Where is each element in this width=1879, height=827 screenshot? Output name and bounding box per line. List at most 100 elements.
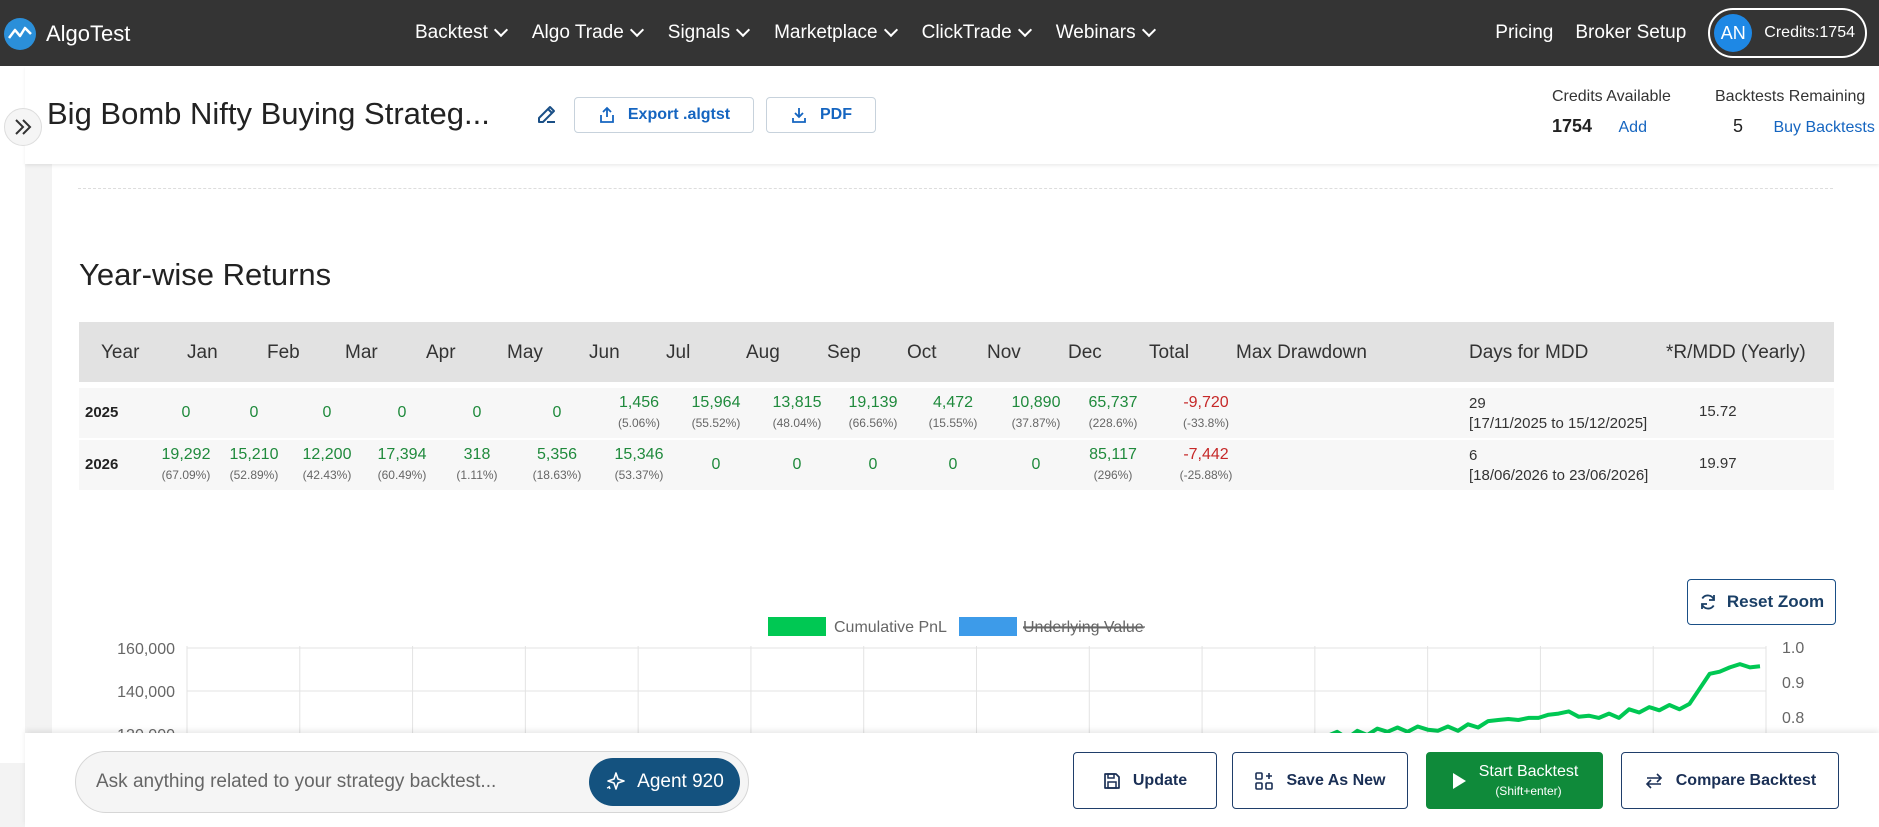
menu-label: Signals xyxy=(667,22,731,43)
backtests-remaining-label: Backtests Remaining xyxy=(1715,88,1866,105)
menu-marketplace[interactable]: Marketplace xyxy=(774,22,898,44)
start-backtest-hint: (Shift+enter) xyxy=(1495,784,1562,798)
start-backtest-label: Start Backtest xyxy=(1478,763,1579,780)
top-navbar: AlgoTest Backtest Algo Trade Signals Mar… xyxy=(0,0,1879,66)
col-total: Total xyxy=(1149,342,1190,363)
compare-backtest-button[interactable]: Compare Backtest xyxy=(1621,752,1839,809)
days-count: 6 xyxy=(1469,447,1478,464)
legend-swatch-underlying xyxy=(959,617,1017,636)
cell-percent: (296%) xyxy=(1093,468,1133,482)
cell-value: 5,356 xyxy=(536,446,578,463)
y-tick-right: 1.0 xyxy=(1782,640,1804,657)
compare-label: Compare Backtest xyxy=(1675,771,1817,789)
avatar[interactable]: AN xyxy=(1714,14,1753,52)
rmdd-cell: 15.72 xyxy=(1699,403,1737,420)
start-backtest-text: Start Backtest (Shift+enter) xyxy=(1479,763,1579,798)
days-mdd-cell: 29 [17/11/2025 to 15/12/2025] xyxy=(1469,394,1647,434)
chevron-down-icon xyxy=(736,22,751,38)
main-menu: Backtest Algo Trade Signals Marketplace … xyxy=(415,0,1180,66)
y-tick-left: 140,000 xyxy=(117,684,175,701)
cell-value: 0 xyxy=(552,404,562,421)
edit-icon[interactable] xyxy=(535,102,559,131)
days-count: 29 xyxy=(1469,395,1486,412)
chevron-down-icon xyxy=(493,22,508,38)
pdf-button[interactable]: PDF xyxy=(766,97,876,133)
legend-swatch-pnl xyxy=(768,617,826,636)
month-cell: 0 xyxy=(908,456,998,474)
menu-webinars[interactable]: Webinars xyxy=(1055,22,1156,44)
col-max-drawdown: Max Drawdown xyxy=(1236,342,1367,363)
menu-signals[interactable]: Signals xyxy=(667,22,751,44)
menu-clicktrade[interactable]: ClickTrade xyxy=(921,22,1032,44)
days-range: [18/06/2026 to 23/06/2026] xyxy=(1469,467,1649,484)
nav-right: Pricing Broker Setup AN Credits:1754 xyxy=(1495,0,1879,66)
cell-value: 85,117 xyxy=(1089,446,1137,463)
swap-icon xyxy=(1645,772,1662,789)
col-jul: Jul xyxy=(666,342,691,363)
agent-label: Agent 920 xyxy=(637,771,724,792)
col-oct: Oct xyxy=(907,342,937,363)
y-tick-left: 160,000 xyxy=(117,641,175,658)
save-icon xyxy=(1104,772,1120,789)
cell-value: -9,720 xyxy=(1183,394,1229,411)
credits-available-label: Credits Available xyxy=(1552,88,1671,105)
agent-button[interactable]: Agent 920 xyxy=(589,758,740,806)
menu-backtest[interactable]: Backtest xyxy=(415,22,508,44)
cell-percent: (66.56%) xyxy=(848,416,898,430)
broker-setup-link[interactable]: Broker Setup xyxy=(1575,22,1686,44)
cell-percent: (55.52%) xyxy=(691,416,741,430)
account-credits-pill[interactable]: AN Credits:1754 xyxy=(1708,8,1867,58)
menu-label: ClickTrade xyxy=(921,22,1012,43)
sparkle-icon xyxy=(606,772,625,790)
buy-backtests-link[interactable]: Buy Backtests xyxy=(1773,119,1874,137)
add-credits-link[interactable]: Add xyxy=(1619,119,1647,137)
double-chevron-right-icon xyxy=(15,119,32,135)
menu-label: Webinars xyxy=(1055,22,1136,43)
row-year: 2025 xyxy=(85,404,119,421)
add-grid-icon xyxy=(1255,771,1274,790)
menu-algo-trade[interactable]: Algo Trade xyxy=(531,22,644,44)
col-aug: Aug xyxy=(746,342,780,363)
cell-percent: (18.63%) xyxy=(532,468,582,482)
export-label: Export .algtst xyxy=(627,106,731,123)
pdf-label: PDF xyxy=(820,106,852,123)
col-nov: Nov xyxy=(987,342,1021,363)
row-year: 2026 xyxy=(85,456,119,473)
ask-input[interactable] xyxy=(96,752,576,812)
y-tick-right: 0.8 xyxy=(1782,710,1804,727)
days-range: [17/11/2025 to 15/12/2025] xyxy=(1469,415,1648,432)
legend-label-pnl: Cumulative PnL xyxy=(834,619,947,636)
backtests-remaining: Backtests Remaining 5 Buy Backtests xyxy=(1715,88,1875,137)
table-body: 2025 0 0 0 0 0 0 1,456 (5.06%) 15,964 (55.52%) 13,8… xyxy=(79,388,1834,490)
cell-value: -7,442 xyxy=(1183,446,1229,463)
month-cell: 0 xyxy=(828,456,918,474)
pricing-link[interactable]: Pricing xyxy=(1495,22,1553,44)
save-as-new-button[interactable]: Save As New xyxy=(1232,752,1408,809)
sidebar-expand-button[interactable] xyxy=(4,108,42,146)
cell-value: 0 xyxy=(868,456,878,473)
month-cell: 4,472 (15.55%) xyxy=(908,394,998,430)
max-drawdown-cell: -7,442 (-25.88%) xyxy=(1161,446,1251,482)
col-sep: Sep xyxy=(827,342,861,363)
yearwise-table: Year Jan Feb Mar Apr May Jun Jul Aug Sep… xyxy=(79,322,1834,490)
start-backtest-button[interactable]: Start Backtest (Shift+enter) xyxy=(1426,752,1603,809)
menu-label: Marketplace xyxy=(774,22,878,43)
menu-label: Algo Trade xyxy=(531,22,624,43)
reset-zoom-label: Reset Zoom xyxy=(1726,592,1825,611)
cell-value: 0 xyxy=(948,456,958,473)
cell-percent: (-25.88%) xyxy=(1179,468,1233,482)
col-jan: Jan xyxy=(187,342,218,363)
col-jun: Jun xyxy=(589,342,620,363)
chevron-down-icon xyxy=(629,22,644,38)
app-logo[interactable]: AlgoTest xyxy=(4,18,130,50)
save-as-new-label: Save As New xyxy=(1286,771,1386,789)
max-drawdown-cell: -9,720 (-33.8%) xyxy=(1161,394,1251,430)
update-button[interactable]: Update xyxy=(1073,752,1217,809)
month-cell: 0 xyxy=(432,404,522,422)
update-label: Update xyxy=(1132,771,1188,789)
cell-percent: (15.55%) xyxy=(928,416,978,430)
col-year: Year xyxy=(101,342,140,363)
export-button[interactable]: Export .algtst xyxy=(574,97,754,133)
chevron-down-icon xyxy=(883,22,898,38)
cell-value: 65,737 xyxy=(1088,394,1138,411)
